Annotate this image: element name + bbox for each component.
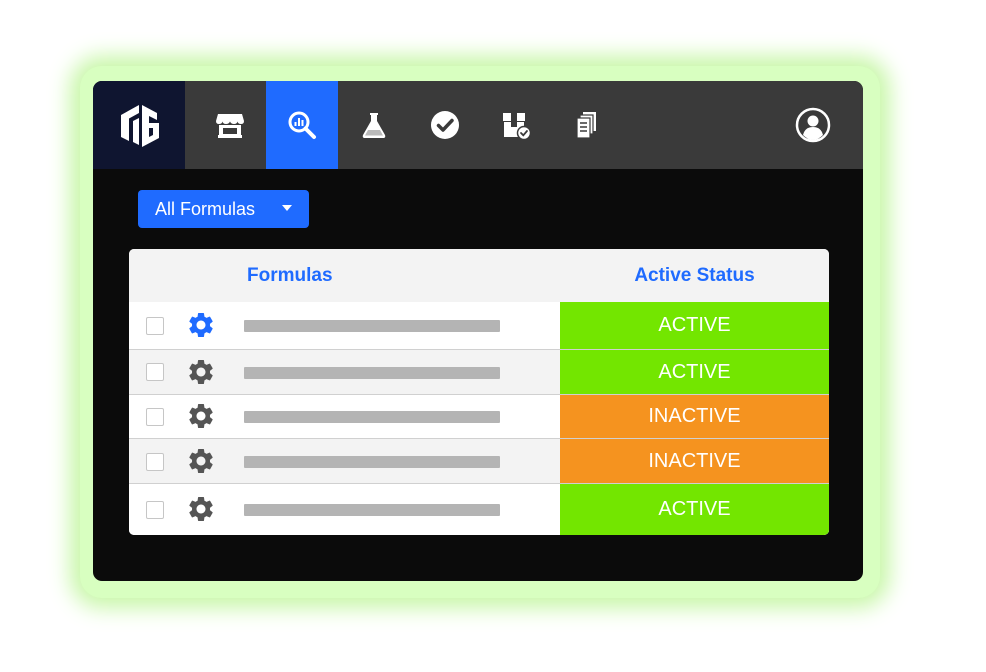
nav-item-search-analytics[interactable] <box>266 81 338 169</box>
row-checkbox[interactable] <box>146 317 164 335</box>
gear-icon[interactable] <box>186 310 216 340</box>
formulas-table: Formulas Active Status ACTIVE ACTIVE INA… <box>129 249 829 535</box>
nav-item-approvals[interactable] <box>409 81 481 169</box>
status-cell: ACTIVE <box>560 302 829 349</box>
table-row[interactable]: INACTIVE <box>129 395 829 439</box>
logo[interactable] <box>93 81 185 169</box>
row-checkbox[interactable] <box>146 501 164 519</box>
gear-icon[interactable] <box>186 357 216 387</box>
search-analytics-icon <box>288 111 316 139</box>
tg-logo-icon <box>121 105 159 147</box>
formula-name-placeholder <box>244 504 500 516</box>
account-button[interactable] <box>783 81 843 169</box>
gear-icon[interactable] <box>186 446 216 476</box>
table-row[interactable]: ACTIVE <box>129 484 829 535</box>
table-row[interactable]: ACTIVE <box>129 350 829 395</box>
formula-name-placeholder <box>244 320 500 332</box>
table-header: Formulas Active Status <box>129 249 829 303</box>
nav-item-documents[interactable] <box>551 81 623 169</box>
storefront-icon <box>216 114 244 138</box>
status-cell: INACTIVE <box>560 439 829 483</box>
check-circle-icon <box>431 111 459 139</box>
formula-name-placeholder <box>244 367 500 379</box>
app-window: All Formulas Formulas Active Status ACTI… <box>93 81 863 581</box>
formula-name-placeholder <box>244 456 500 468</box>
nav-item-lab[interactable] <box>338 81 410 169</box>
gear-icon[interactable] <box>186 494 216 524</box>
column-header-formulas[interactable]: Formulas <box>247 249 333 302</box>
flask-icon <box>362 113 386 138</box>
status-cell: ACTIVE <box>560 484 829 535</box>
user-circle-icon <box>795 107 831 143</box>
status-cell: ACTIVE <box>560 350 829 394</box>
row-checkbox[interactable] <box>146 363 164 381</box>
documents-icon <box>576 112 596 139</box>
formula-filter-dropdown[interactable]: All Formulas <box>138 190 309 228</box>
row-checkbox[interactable] <box>146 453 164 471</box>
package-check-icon <box>503 113 532 141</box>
nav-item-packages[interactable] <box>480 81 552 169</box>
nav-item-store[interactable] <box>194 81 266 169</box>
table-row[interactable]: INACTIVE <box>129 439 829 484</box>
top-navbar <box>93 81 863 169</box>
table-row[interactable]: ACTIVE <box>129 302 829 350</box>
gear-icon[interactable] <box>186 401 216 431</box>
column-header-active-status[interactable]: Active Status <box>560 249 829 302</box>
status-cell: INACTIVE <box>560 395 829 438</box>
row-checkbox[interactable] <box>146 408 164 426</box>
caret-down-icon <box>282 205 292 211</box>
filter-label: All Formulas <box>155 198 256 219</box>
formula-name-placeholder <box>244 411 500 423</box>
